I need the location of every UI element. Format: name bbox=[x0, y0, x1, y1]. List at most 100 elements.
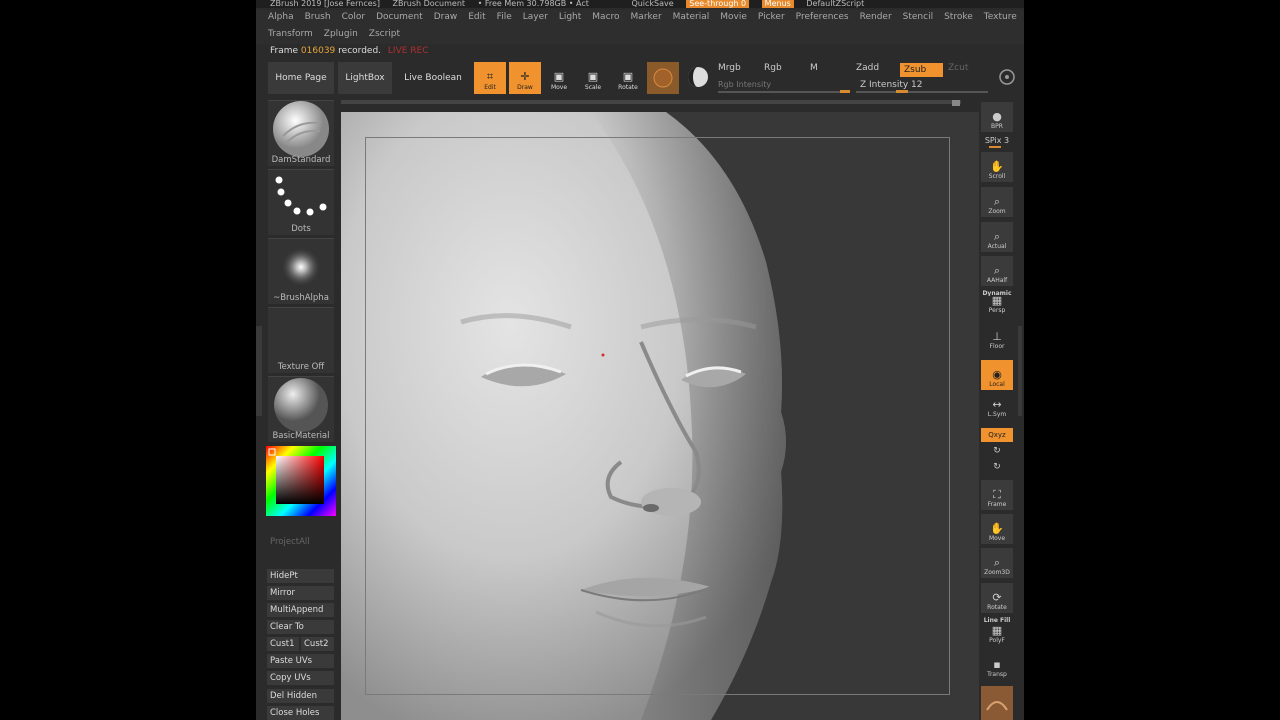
move-hand-icon: ✋ bbox=[990, 522, 1004, 535]
texture-thumbnail[interactable]: Texture Off bbox=[268, 307, 334, 373]
edit-button[interactable]: ⌗ Edit bbox=[474, 62, 506, 94]
actual-button[interactable]: ⌕ Actual bbox=[981, 222, 1013, 252]
z-intensity-handle[interactable] bbox=[896, 90, 908, 93]
aahalf-button[interactable]: ⌕ AAHalf bbox=[981, 256, 1013, 286]
rgb-intensity-slider[interactable]: Rgb Intensity bbox=[718, 80, 771, 89]
material-swatch-button[interactable] bbox=[647, 62, 679, 94]
menu-item[interactable]: Alpha bbox=[268, 12, 294, 22]
see-through-slider[interactable]: See-through 0 bbox=[686, 0, 750, 8]
rotate-view-label: Rotate bbox=[987, 604, 1007, 611]
floor-button[interactable]: ⊥ Floor bbox=[981, 330, 1013, 352]
lightbox-button[interactable]: LightBox bbox=[338, 62, 392, 94]
zsub-button[interactable]: Zsub bbox=[900, 63, 943, 77]
cust2-button[interactable]: Cust2 bbox=[301, 637, 334, 651]
menu-item[interactable]: Transform bbox=[268, 29, 313, 39]
polyf-button[interactable]: ▦ PolyF bbox=[981, 622, 1013, 646]
menu-item[interactable]: Color bbox=[342, 12, 366, 22]
zoom-button[interactable]: ⌕ Zoom bbox=[981, 187, 1013, 217]
quicksave-button[interactable]: QuickSave bbox=[631, 0, 673, 8]
menu-bar: Alpha Brush Color Document Draw Edit File Layer… bbox=[256, 10, 1024, 44]
zcut-button[interactable]: Zcut bbox=[948, 63, 968, 73]
zadd-button[interactable]: Zadd bbox=[856, 63, 879, 73]
menu-item[interactable]: Document bbox=[376, 12, 423, 22]
move-view-button[interactable]: ✋ Move bbox=[981, 514, 1013, 544]
rgb-intensity-handle[interactable] bbox=[840, 90, 850, 93]
spix-slider[interactable]: SPix 3 bbox=[981, 136, 1013, 145]
menus-toggle[interactable]: Menus bbox=[761, 0, 794, 8]
menu-item[interactable]: Layer bbox=[523, 12, 548, 22]
scrollbar-handle[interactable] bbox=[952, 100, 960, 106]
zoom3d-button[interactable]: ⌕ Zoom3D bbox=[981, 548, 1013, 578]
menu-item[interactable]: Texture bbox=[984, 12, 1017, 22]
draw-button[interactable]: ✛ Draw bbox=[509, 62, 541, 94]
menu-item[interactable]: Brush bbox=[305, 12, 331, 22]
mrgb-button[interactable]: Mrgb bbox=[718, 63, 741, 73]
symmetry-icon: ↔ bbox=[992, 398, 1002, 411]
menu-item[interactable]: Macro bbox=[592, 12, 619, 22]
cust1-button[interactable]: Cust1 bbox=[267, 637, 299, 651]
color-picker[interactable] bbox=[266, 446, 336, 516]
persp-button[interactable]: ▦ Persp bbox=[981, 294, 1013, 316]
gizmo-icon[interactable] bbox=[998, 68, 1016, 86]
left-scrollbar[interactable] bbox=[256, 326, 262, 416]
m-button[interactable]: M bbox=[810, 63, 818, 73]
menu-item[interactable]: Material bbox=[673, 12, 710, 22]
menu-item[interactable]: Draw bbox=[434, 12, 458, 22]
menu-item[interactable]: Stencil bbox=[903, 12, 933, 22]
default-script[interactable]: DefaultZScript bbox=[806, 0, 864, 8]
live-boolean-button[interactable]: Live Boolean bbox=[396, 62, 470, 94]
hidept-button[interactable]: HidePt bbox=[267, 569, 334, 583]
color-swatch-button[interactable] bbox=[682, 62, 714, 94]
local-button[interactable]: ◉ Local bbox=[981, 360, 1013, 390]
rgb-button[interactable]: Rgb bbox=[764, 63, 782, 73]
transp-button[interactable]: ▪ Transp bbox=[981, 656, 1013, 680]
rec-indicator: LIVE REC bbox=[387, 46, 429, 56]
rotate-view-button[interactable]: ⟳ Rotate bbox=[981, 583, 1013, 613]
del-hidden-button[interactable]: Del Hidden bbox=[267, 689, 334, 703]
move-button[interactable]: ▣ Move bbox=[543, 62, 575, 94]
color-wheel-icon bbox=[266, 446, 336, 516]
rgb-intensity-track[interactable] bbox=[718, 91, 850, 93]
menu-item[interactable]: Movie bbox=[720, 12, 747, 22]
rotate-y-icon[interactable]: ↻ bbox=[981, 446, 1013, 456]
menu-item[interactable]: Light bbox=[559, 12, 581, 22]
menu-item[interactable]: Picker bbox=[758, 12, 785, 22]
persp-label: Persp bbox=[988, 307, 1006, 314]
xyz-button[interactable]: Qxyz bbox=[981, 428, 1013, 442]
menu-item[interactable]: Edit bbox=[468, 12, 485, 22]
menu-item[interactable]: Preferences bbox=[796, 12, 849, 22]
menu-item[interactable]: Stroke bbox=[944, 12, 973, 22]
bpr-button[interactable]: ● BPR bbox=[981, 102, 1013, 132]
material-thumbnail[interactable]: BasicMaterial bbox=[268, 376, 334, 442]
z-intensity-slider[interactable]: Z Intensity 12 bbox=[860, 80, 923, 90]
scale-button[interactable]: ▣ Scale bbox=[577, 62, 609, 94]
scroll-button[interactable]: ✋ Scroll bbox=[981, 152, 1013, 182]
lsym-button[interactable]: ↔ L.Sym bbox=[981, 398, 1013, 420]
frame-button[interactable]: ⛶ Frame bbox=[981, 480, 1013, 510]
menu-item[interactable]: Zscript bbox=[369, 29, 400, 39]
brush-thumbnail[interactable]: DamStandard bbox=[268, 100, 334, 166]
alpha-label: ~BrushAlpha bbox=[273, 293, 329, 303]
rotate-z-icon[interactable]: ↻ bbox=[981, 462, 1013, 472]
ghost-button[interactable] bbox=[981, 686, 1013, 720]
scroll-label: Scroll bbox=[988, 173, 1006, 180]
mirror-button[interactable]: Mirror bbox=[267, 586, 334, 600]
canvas-scrollbar[interactable] bbox=[341, 100, 961, 104]
z-intensity-track[interactable] bbox=[856, 91, 988, 93]
projectall-button[interactable]: ProjectAll bbox=[270, 537, 310, 547]
copy-uvs-button[interactable]: Copy UVs bbox=[267, 671, 334, 685]
menu-item[interactable]: Render bbox=[860, 12, 892, 22]
right-scrollbar[interactable] bbox=[1018, 326, 1022, 416]
clear-to-button[interactable]: Clear To bbox=[267, 620, 334, 634]
menu-item[interactable]: File bbox=[497, 12, 512, 22]
paste-uvs-button[interactable]: Paste UVs bbox=[267, 654, 334, 668]
rotate-button[interactable]: ▣ Rotate bbox=[612, 62, 644, 94]
multiappend-button[interactable]: MultiAppend bbox=[267, 603, 334, 617]
menu-item[interactable]: Marker bbox=[631, 12, 662, 22]
menu-item[interactable]: Zplugin bbox=[324, 29, 358, 39]
close-holes-button[interactable]: Close Holes bbox=[267, 706, 334, 720]
stroke-thumbnail[interactable]: Dots bbox=[268, 169, 334, 235]
alpha-thumbnail[interactable]: ~BrushAlpha bbox=[268, 238, 334, 304]
home-page-button[interactable]: Home Page bbox=[268, 62, 334, 94]
spix-handle[interactable] bbox=[989, 146, 1001, 148]
